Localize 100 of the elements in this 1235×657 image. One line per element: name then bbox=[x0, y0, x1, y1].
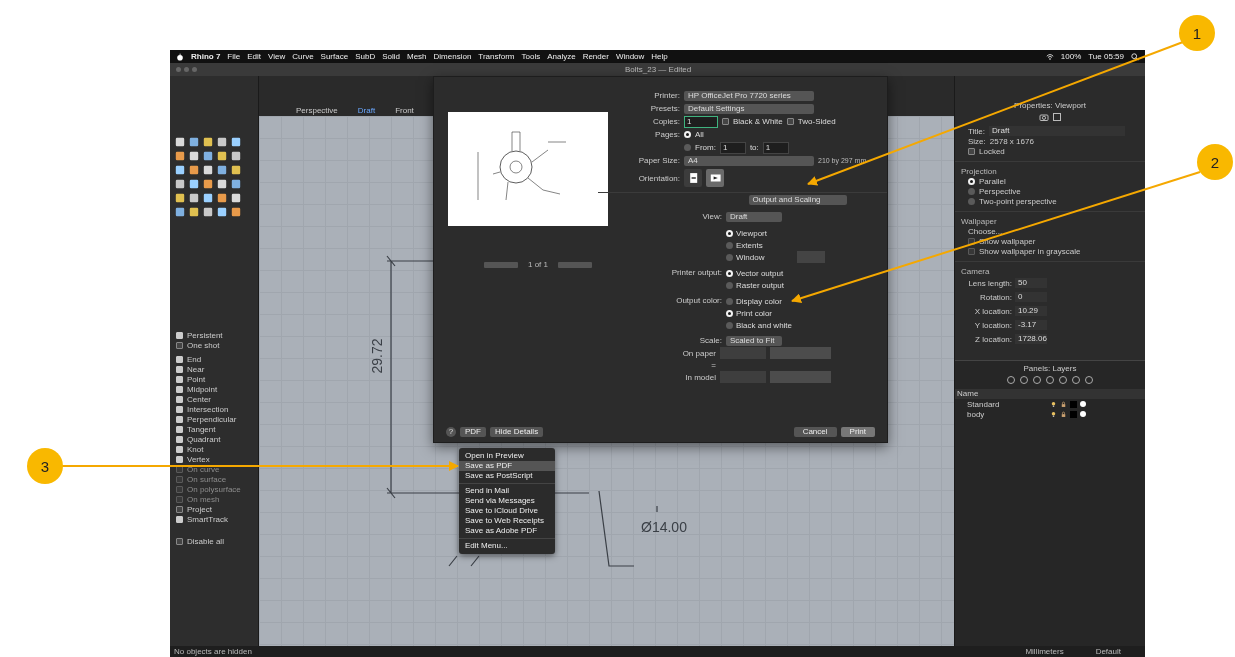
number-field[interactable]: 1728.06 bbox=[1015, 334, 1047, 344]
material-dot[interactable] bbox=[1080, 411, 1086, 417]
number-field[interactable]: -3.17 bbox=[1015, 320, 1047, 330]
tool-icon[interactable] bbox=[216, 136, 228, 148]
viewport-tab[interactable]: Perspective bbox=[291, 105, 343, 116]
copies-field[interactable]: 1 bbox=[684, 115, 718, 128]
print-button[interactable]: Print bbox=[840, 427, 875, 437]
tool-icon[interactable] bbox=[216, 164, 228, 176]
tool-icon[interactable] bbox=[230, 178, 242, 190]
tool-icon[interactable] bbox=[216, 178, 228, 190]
menu-item[interactable]: Edit Menu... bbox=[459, 541, 555, 551]
checkbox[interactable] bbox=[176, 331, 183, 339]
to-field[interactable]: 1 bbox=[762, 141, 789, 154]
from-field[interactable]: 1 bbox=[719, 141, 746, 154]
menu-item[interactable]: Render bbox=[582, 52, 609, 61]
tool-icon[interactable] bbox=[174, 164, 186, 176]
menu-item[interactable]: Edit bbox=[247, 52, 262, 61]
radio-button[interactable] bbox=[726, 281, 733, 289]
menu-item[interactable]: Mesh bbox=[406, 52, 427, 61]
menu-item[interactable]: View bbox=[268, 52, 286, 61]
layer-name[interactable]: Standard bbox=[967, 399, 1047, 409]
tool-icon[interactable] bbox=[230, 136, 242, 148]
tool-icon[interactable] bbox=[202, 192, 214, 204]
menu-item[interactable]: Dimension bbox=[433, 52, 472, 61]
portrait-button[interactable] bbox=[684, 169, 702, 187]
tool-icon[interactable] bbox=[216, 206, 228, 218]
checkbox[interactable] bbox=[176, 537, 183, 545]
tool-icon[interactable] bbox=[188, 164, 200, 176]
menu-item[interactable]: Tools bbox=[521, 52, 541, 61]
checkbox[interactable] bbox=[176, 435, 183, 443]
view-dropdown[interactable]: Draft bbox=[726, 212, 782, 222]
logo-icon[interactable] bbox=[176, 52, 184, 61]
menu-item[interactable]: Save as PDF bbox=[459, 461, 555, 471]
checkbox[interactable] bbox=[176, 365, 183, 373]
menu-item[interactable]: SubD bbox=[355, 52, 376, 61]
lightbulb-icon[interactable] bbox=[1050, 400, 1057, 408]
tool-icon[interactable] bbox=[188, 150, 200, 162]
tool-icon[interactable] bbox=[188, 192, 200, 204]
tool-icon[interactable] bbox=[174, 136, 186, 148]
menu-item[interactable]: Save as Adobe PDF bbox=[459, 526, 555, 536]
checkbox[interactable] bbox=[176, 375, 183, 383]
checkbox[interactable] bbox=[176, 385, 183, 393]
checkbox[interactable] bbox=[176, 425, 183, 433]
title-field[interactable]: Draft bbox=[989, 126, 1126, 136]
landscape-button[interactable] bbox=[706, 169, 724, 187]
checkbox[interactable] bbox=[176, 445, 183, 453]
menu-item[interactable]: Send via Messages bbox=[459, 496, 555, 506]
camera-icon[interactable] bbox=[1038, 112, 1049, 122]
layer-name[interactable]: body bbox=[967, 409, 1047, 419]
viewport-tab[interactable]: Draft bbox=[352, 105, 381, 116]
tool-icon[interactable] bbox=[230, 192, 242, 204]
menu-item[interactable]: Save to Web Receipts bbox=[459, 516, 555, 526]
tool-icon[interactable] bbox=[174, 206, 186, 218]
menu-item[interactable]: Open in Preview bbox=[459, 451, 555, 461]
menu-item[interactable]: Window bbox=[615, 52, 645, 61]
checkbox[interactable] bbox=[176, 415, 183, 423]
tool-icon[interactable] bbox=[230, 164, 242, 176]
radio-button[interactable] bbox=[726, 321, 733, 329]
tool-icon[interactable] bbox=[188, 178, 200, 190]
lightbulb-icon[interactable] bbox=[1050, 410, 1057, 418]
help-button[interactable]: ? bbox=[446, 427, 456, 437]
presets-dropdown[interactable]: Default Settings bbox=[684, 103, 814, 114]
tool-icon[interactable] bbox=[230, 150, 242, 162]
choose-button[interactable]: Choose... bbox=[968, 226, 1003, 236]
tool-icon[interactable] bbox=[216, 150, 228, 162]
radio-button[interactable] bbox=[684, 144, 691, 151]
menu-item[interactable]: Transform bbox=[478, 52, 515, 61]
menu-item[interactable]: Help bbox=[651, 52, 668, 61]
checkbox[interactable] bbox=[176, 405, 183, 413]
tool-icon[interactable] bbox=[202, 136, 214, 148]
checkbox[interactable] bbox=[176, 341, 183, 349]
search-icon[interactable] bbox=[1131, 52, 1139, 61]
menu-item[interactable]: Surface bbox=[320, 52, 349, 61]
checkbox[interactable] bbox=[176, 515, 183, 523]
radio-button[interactable] bbox=[968, 187, 975, 195]
pdf-button[interactable]: PDF bbox=[460, 427, 486, 437]
tool-icon[interactable] bbox=[174, 150, 186, 162]
menu-item[interactable]: File bbox=[227, 52, 241, 61]
printer-dropdown[interactable]: HP OfficeJet Pro 7720 series bbox=[684, 90, 814, 101]
menu-item[interactable]: Rhino 7 bbox=[191, 52, 221, 61]
tool-icon[interactable] bbox=[188, 206, 200, 218]
checkbox[interactable] bbox=[722, 118, 729, 125]
tool-icon[interactable] bbox=[216, 192, 228, 204]
radio-button[interactable] bbox=[726, 229, 733, 237]
tool-icon[interactable] bbox=[202, 178, 214, 190]
radio-button[interactable] bbox=[968, 177, 975, 185]
menu-item[interactable]: Send in Mail bbox=[459, 486, 555, 496]
tool-icon[interactable] bbox=[174, 192, 186, 204]
checkbox[interactable] bbox=[176, 505, 183, 513]
radio-button[interactable] bbox=[726, 253, 733, 261]
section-dropdown[interactable]: Output and Scaling bbox=[748, 195, 847, 205]
frame-icon[interactable] bbox=[1051, 112, 1062, 122]
cancel-button[interactable]: Cancel bbox=[793, 427, 837, 437]
wifi-icon[interactable] bbox=[1045, 52, 1054, 61]
lock-icon[interactable] bbox=[1060, 410, 1067, 418]
checkbox[interactable] bbox=[968, 147, 975, 155]
tool-icon[interactable] bbox=[202, 164, 214, 176]
hide-details-button[interactable]: Hide Details bbox=[490, 427, 544, 437]
number-field[interactable]: 50 bbox=[1015, 278, 1047, 288]
material-dot[interactable] bbox=[1080, 401, 1086, 407]
